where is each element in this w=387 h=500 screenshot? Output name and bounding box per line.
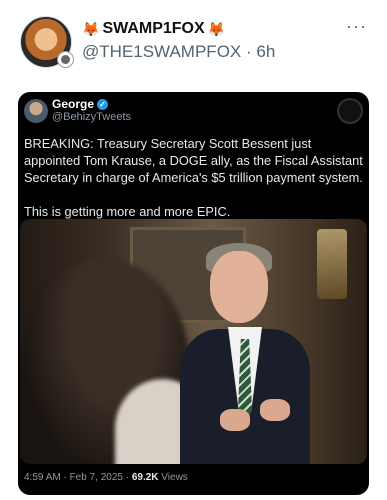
quoted-post-image[interactable] [20,219,367,464]
man-hand [260,399,290,421]
man-hand [220,409,250,431]
fox-emoji-icon: 🦊 [207,20,226,37]
verified-badge-icon: ✓ [97,98,109,110]
view-count: 69.2K [131,472,159,483]
quoted-post-meta: 4:59 AM · Feb 7, 2025 · 69.2K Views [24,472,188,483]
post-timestamp[interactable]: 4:59 AM · Feb 7, 2025 · [24,472,132,483]
quoted-post-header: George ✓ @BehizyTweets [18,92,369,132]
affiliation-badge-icon [57,51,74,68]
quoted-author-handle[interactable]: @BehizyTweets [52,111,131,123]
quoted-text-paragraph: This is getting more and more EPIC. [24,204,231,219]
man-face [210,251,268,323]
channel-logo-icon [337,98,363,124]
quoted-author-name-row[interactable]: George ✓ [52,97,109,111]
background-lamp [317,229,347,299]
quoted-post-card[interactable]: George ✓ @BehizyTweets BREAKING: Treasur… [18,92,369,495]
more-dots-icon[interactable]: ··· [346,16,367,37]
post-header: 🦊 SWAMP1FOX 🦊 @THE1SWAMPFOX · 6h ··· [0,0,387,90]
views-label: Views [158,472,188,483]
author-name-row[interactable]: 🦊 SWAMP1FOX 🦊 [82,20,225,38]
fox-emoji-icon: 🦊 [82,20,100,37]
author-name[interactable]: SWAMP1FOX [102,20,204,38]
quoted-author-avatar[interactable] [24,99,48,123]
quoted-text-paragraph: BREAKING: Treasury Secretary Scott Besse… [24,136,363,185]
quoted-author-name[interactable]: George [52,97,94,111]
author-handle-time[interactable]: @THE1SWAMPFOX · 6h [82,42,275,62]
